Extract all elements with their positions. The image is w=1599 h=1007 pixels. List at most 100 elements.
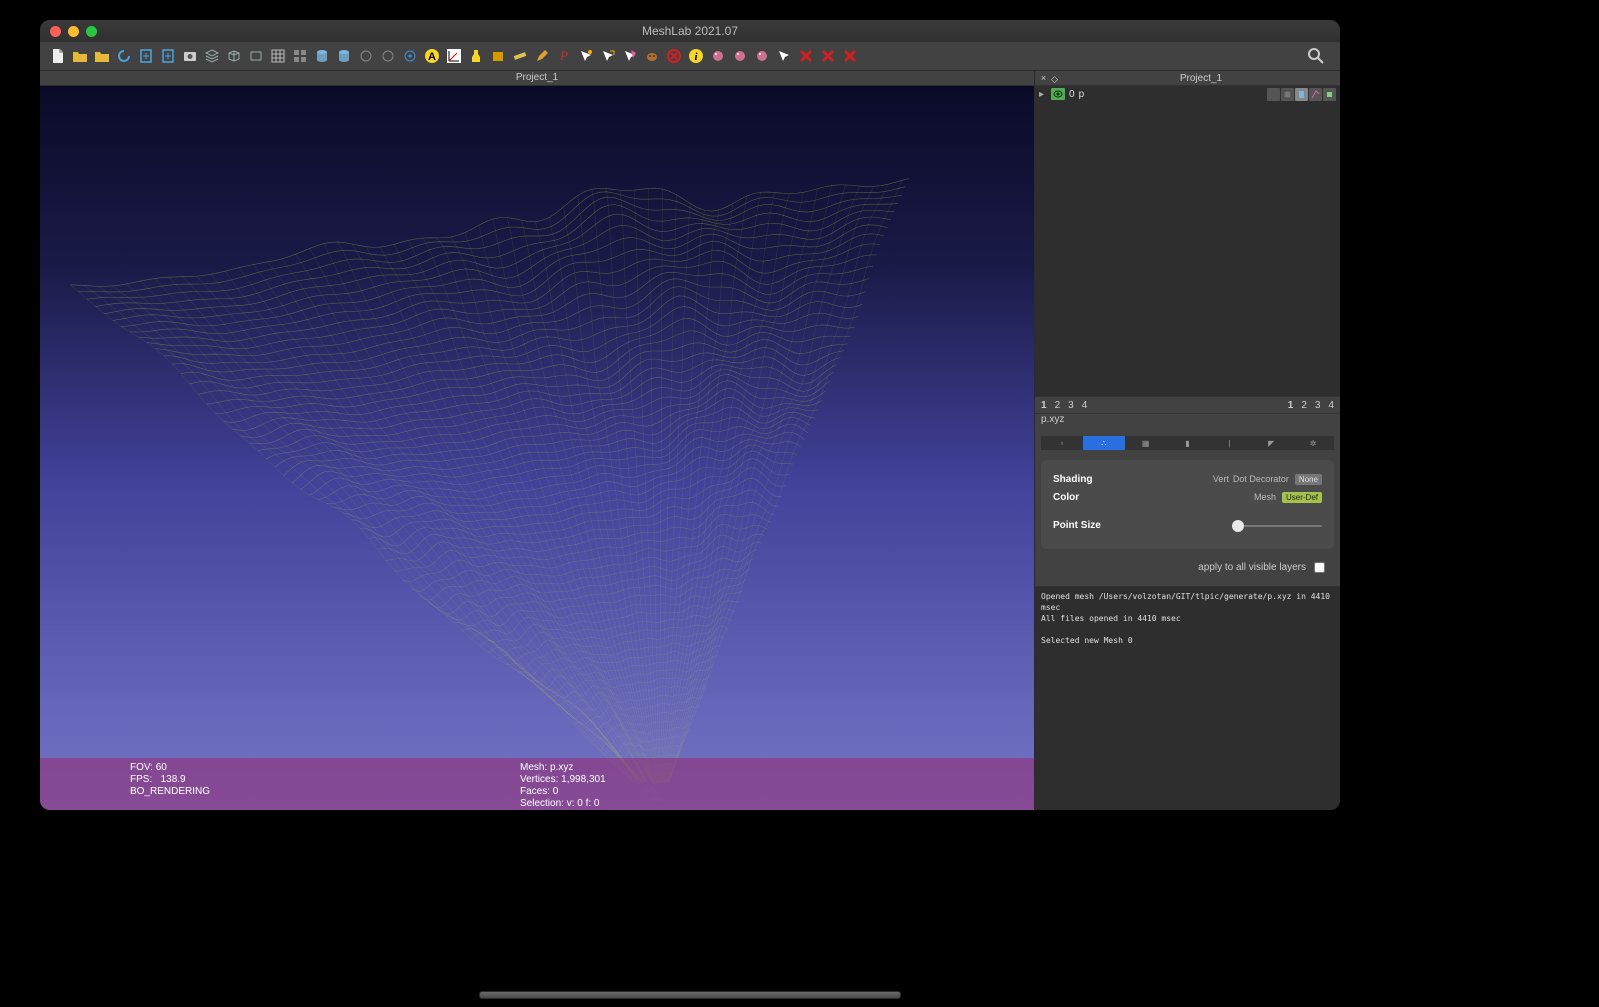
open-recent-icon[interactable]	[92, 46, 112, 66]
paint-a-icon[interactable]	[708, 46, 728, 66]
axes-icon[interactable]	[444, 46, 464, 66]
sel-tab[interactable]: |	[1208, 436, 1250, 450]
paint-c-icon[interactable]	[752, 46, 772, 66]
new-file-icon[interactable]	[48, 46, 68, 66]
box-icon[interactable]	[488, 46, 508, 66]
layer-toggle-1[interactable]	[1267, 88, 1280, 101]
numbar-left-1[interactable]: 1	[1041, 400, 1047, 411]
paint-b-icon[interactable]	[730, 46, 750, 66]
side-panel-header: × ◇ Project_1	[1035, 71, 1340, 86]
cube-icon[interactable]	[224, 46, 244, 66]
bottom-scrollbar[interactable]	[40, 991, 1340, 1001]
wire-tab[interactable]: ▦	[1125, 436, 1167, 450]
rect-icon[interactable]	[246, 46, 266, 66]
grid-icon[interactable]	[268, 46, 288, 66]
layer-index: 0	[1069, 89, 1075, 100]
viewport-3d[interactable]: FOV: 60 FPS: 138.9 BO_RENDERING Mesh: p.…	[40, 86, 1034, 810]
hud-sel-value: v: 0 f: 0	[567, 798, 600, 809]
hud-fps-label: FPS:	[130, 774, 152, 785]
fill-tab[interactable]: ▮	[1167, 436, 1209, 450]
main-column: Project_1 FOV: 60 FPS: 138.9 BO_RENDERIN…	[40, 71, 1034, 810]
select-vert-icon[interactable]	[576, 46, 596, 66]
hud-faces-value: 0	[553, 786, 559, 797]
log-console[interactable]: Opened mesh /Users/volzotan/GIT/tlpic/ge…	[1035, 586, 1340, 810]
reload-icon[interactable]	[114, 46, 134, 66]
scrollbar-thumb[interactable]	[479, 991, 901, 999]
hud-mesh-label: Mesh:	[520, 762, 547, 773]
del-a-icon[interactable]	[796, 46, 816, 66]
export-mesh-icon[interactable]	[158, 46, 178, 66]
layer-toggle-2[interactable]	[1281, 88, 1294, 101]
select-conn-icon[interactable]	[598, 46, 618, 66]
pick-icon[interactable]	[356, 46, 376, 66]
select-dog-icon[interactable]	[642, 46, 662, 66]
window-minimize-button[interactable]	[68, 26, 79, 37]
points-tab[interactable]: ∴	[1083, 436, 1125, 450]
numbar-left-3[interactable]: 3	[1068, 400, 1074, 411]
hud-render-mode: BO_RENDERING	[130, 786, 520, 798]
cylinder-solid-icon[interactable]	[312, 46, 332, 66]
hud-fov-label: FOV:	[130, 762, 153, 773]
hud-sel-label: Selection:	[520, 798, 564, 809]
numbar-right-1[interactable]: 1	[1288, 400, 1294, 411]
box-tab[interactable]: ▫	[1041, 436, 1083, 450]
move-icon[interactable]	[378, 46, 398, 66]
search-icon[interactable]	[1306, 46, 1326, 66]
numbar-left-4[interactable]: 4	[1082, 400, 1088, 411]
del-c-icon[interactable]	[840, 46, 860, 66]
squares-icon[interactable]	[290, 46, 310, 66]
snapshot-icon[interactable]	[180, 46, 200, 66]
shading-decorator-label: Dot Decorator	[1233, 474, 1289, 484]
layer-render-toggles	[1267, 88, 1336, 101]
numbar-left-2[interactable]: 2	[1055, 400, 1061, 411]
panel-close-icon[interactable]: ×	[1039, 74, 1048, 83]
side-panel: × ◇ Project_1 ▸ 0 p	[1034, 71, 1340, 810]
layers-icon[interactable]	[202, 46, 222, 66]
window-controls	[50, 26, 97, 37]
flashlight-icon[interactable]	[466, 46, 486, 66]
select-x-icon[interactable]	[664, 46, 684, 66]
app-body: Project_1 FOV: 60 FPS: 138.9 BO_RENDERIN…	[40, 71, 1340, 810]
layer-row[interactable]: ▸ 0 p	[1035, 86, 1340, 102]
main-toolbar: A Pi	[40, 42, 1340, 71]
open-file-icon[interactable]	[70, 46, 90, 66]
import-mesh-icon[interactable]	[136, 46, 156, 66]
ruler-icon[interactable]	[510, 46, 530, 66]
normal-tab[interactable]: ✲	[1292, 436, 1334, 450]
layer-visibility-icon[interactable]	[1051, 88, 1065, 100]
layer-toggle-4[interactable]	[1309, 88, 1322, 101]
layer-toggle-3[interactable]	[1295, 88, 1308, 101]
paint-cursor-icon[interactable]	[774, 46, 794, 66]
svg-text:P: P	[559, 48, 568, 63]
hud-overlay: FOV: 60 FPS: 138.9 BO_RENDERING Mesh: p.…	[40, 758, 1034, 810]
edge-tab[interactable]: ◤	[1250, 436, 1292, 450]
pencil-icon[interactable]	[532, 46, 552, 66]
layer-toggle-5[interactable]	[1323, 88, 1336, 101]
info-icon[interactable]: i	[686, 46, 706, 66]
tab-number-bar: 1234 1234	[1035, 396, 1340, 414]
viewport-tab[interactable]: Project_1	[40, 71, 1034, 86]
del-b-icon[interactable]	[818, 46, 838, 66]
color-value[interactable]: User-Def	[1282, 492, 1322, 503]
numbar-right-2[interactable]: 2	[1301, 400, 1307, 411]
point-size-slider[interactable]	[1232, 525, 1322, 527]
shading-decorator-value[interactable]: None	[1295, 474, 1322, 485]
shading-label: Shading	[1053, 474, 1213, 485]
window-close-button[interactable]	[50, 26, 61, 37]
target-icon[interactable]	[400, 46, 420, 66]
point-size-thumb[interactable]	[1232, 520, 1244, 532]
panel-pin-icon[interactable]: ◇	[1051, 74, 1060, 83]
window-title: MeshLab 2021.07	[40, 24, 1340, 38]
layer-expand-icon[interactable]: ▸	[1039, 89, 1047, 100]
permanent-icon[interactable]: P	[554, 46, 574, 66]
layer-list[interactable]: ▸ 0 p	[1035, 86, 1340, 396]
hud-right: Mesh: p.xyz Vertices: 1,998,301 Faces: 0…	[520, 762, 910, 810]
select-face-icon[interactable]	[620, 46, 640, 66]
cylinder-shade-icon[interactable]	[334, 46, 354, 66]
numbar-right-4[interactable]: 4	[1328, 400, 1334, 411]
window-maximize-button[interactable]	[86, 26, 97, 37]
letter-a-icon[interactable]: A	[422, 46, 442, 66]
apply-all-checkbox[interactable]	[1314, 562, 1325, 573]
render-mode-tabs: ▫∴▦▮|◤✲	[1041, 436, 1334, 450]
numbar-right-3[interactable]: 3	[1315, 400, 1321, 411]
